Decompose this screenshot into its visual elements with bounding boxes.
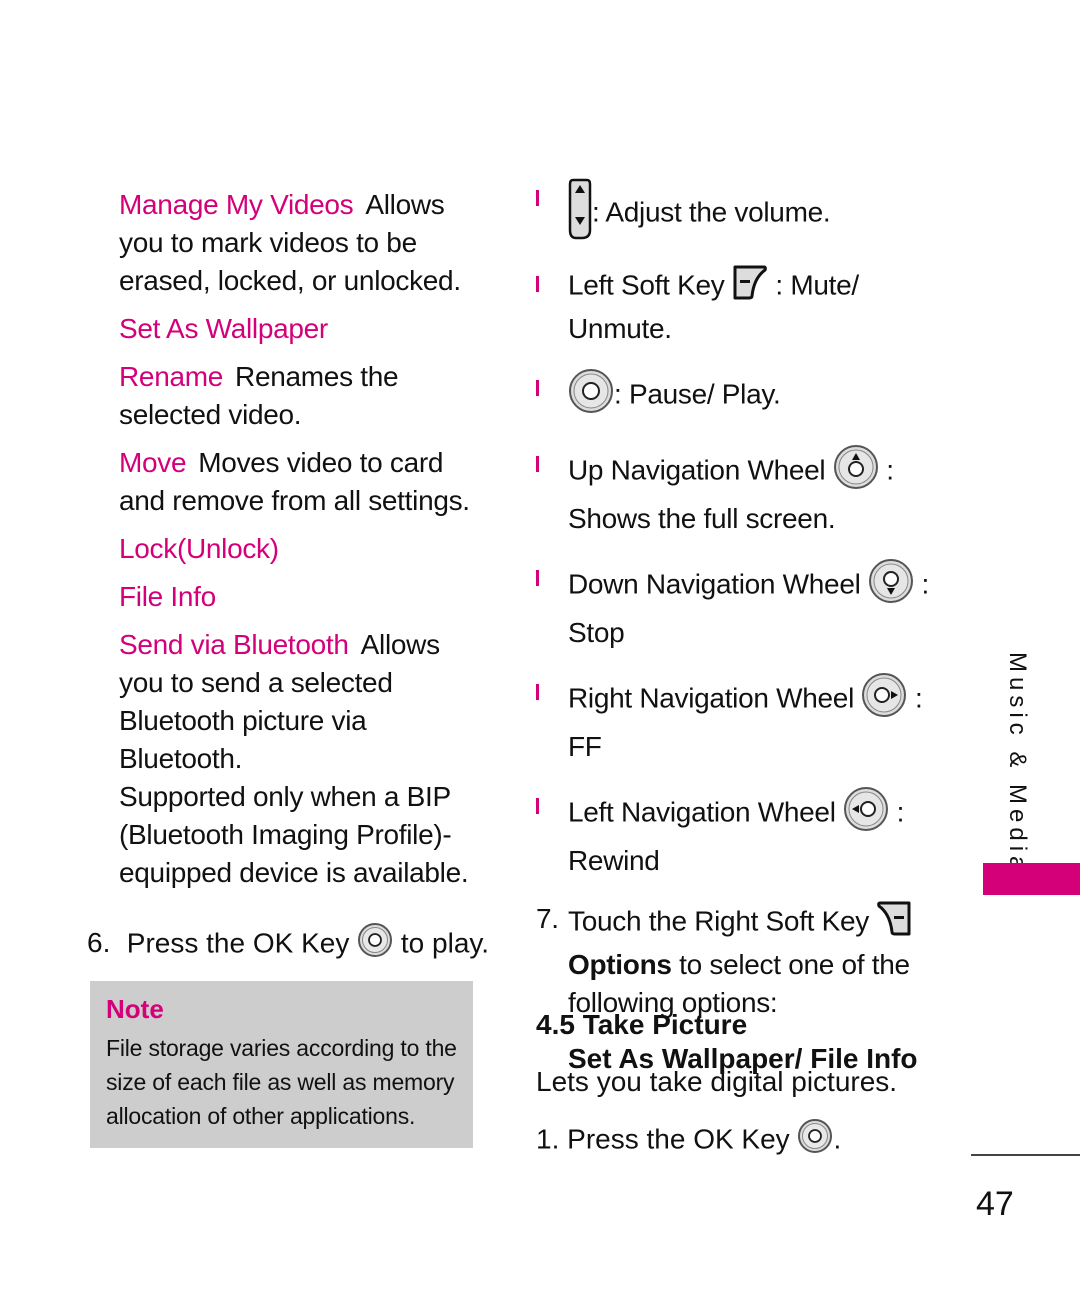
note-box: Note File storage varies according to th… [90, 981, 473, 1148]
bullet-left-navigation: Left Navigation Wheel : Rewind [536, 786, 956, 880]
step-number: 7. [536, 903, 559, 934]
bullet-label: Left Navigation Wheel [568, 796, 836, 828]
bullet-down-navigation: Down Navigation Wheel : Stop [536, 558, 956, 652]
bullet-volume: : Adjust the volume. [536, 178, 956, 250]
left-column: Manage My Videos Allows you to mark video… [119, 186, 479, 892]
bullet-desc: : Adjust the volume. [592, 196, 831, 228]
step-7: 7. Touch the Right Soft Key Options to s… [536, 900, 956, 1022]
entry-term: Lock(Unlock) [119, 533, 279, 564]
entry-rename: Rename Renames the selected video. [119, 358, 479, 434]
bullet-ok-key: : Pause/ Play. [536, 368, 956, 424]
page-number: 47 [976, 1185, 1014, 1223]
bullet-label: Right Navigation Wheel [568, 682, 854, 714]
left-navigation-wheel-icon [843, 786, 889, 842]
ok-key-icon [357, 922, 393, 968]
bullet-up-navigation: Up Navigation Wheel : Shows the full scr… [536, 444, 956, 538]
bullet-desc: : Pause/ Play. [614, 378, 781, 410]
chapter-label: Music & Media [1004, 652, 1031, 875]
entry-term: Rename [119, 361, 224, 392]
entry-term: Send via Bluetooth [119, 629, 349, 660]
volume-key-icon [568, 178, 592, 250]
bullet-marker [536, 684, 539, 700]
entry-term: Manage My Videos [119, 189, 354, 220]
section-title: 4.5 Take Picture [536, 1009, 748, 1040]
entry-move: Move Moves video to card and remove from … [119, 444, 479, 520]
bullet-right-navigation: Right Navigation Wheel : FF [536, 672, 956, 766]
chapter-tab [983, 863, 1080, 895]
entry-send-via-bluetooth: Send via Bluetooth Allows you to send a s… [119, 626, 479, 778]
bullet-label: Down Navigation Wheel [568, 568, 861, 600]
bullet-marker [536, 798, 539, 814]
step-text: Press the OK Key [126, 927, 350, 959]
bullet-marker [536, 456, 539, 472]
ok-key-icon [568, 368, 614, 424]
note-text: File storage varies according to the siz… [106, 1035, 457, 1129]
bullet-marker [536, 380, 539, 396]
section-desc: Lets you take digital pictures. [536, 1066, 898, 1097]
right-navigation-wheel-icon [861, 672, 907, 728]
bullet-marker [536, 276, 539, 292]
manual-page: Manage My Videos Allows you to mark video… [0, 0, 1080, 1295]
footer-divider [971, 1154, 1080, 1156]
entry-set-as-wallpaper: Set As Wallpaper [119, 310, 479, 348]
entry-file-info: File Info [119, 578, 479, 616]
entry-manage-my-videos: Manage My Videos Allows you to mark video… [119, 186, 479, 300]
ok-key-icon [797, 1118, 833, 1164]
entry-term: Set As Wallpaper [119, 313, 328, 344]
right-column: : Adjust the volume. Left Soft Key : Mut… [536, 178, 956, 1078]
bullet-marker [536, 190, 539, 206]
note-title: Note [106, 994, 164, 1024]
options-label: Options [568, 949, 672, 980]
entry-term: Move [119, 447, 187, 478]
step-number: 1. [536, 1123, 560, 1155]
entry-term: File Info [119, 581, 216, 612]
step-text: Press the OK Key [567, 1123, 790, 1155]
step-text: Touch the Right Soft Key [568, 905, 869, 937]
up-navigation-wheel-icon [833, 444, 879, 500]
bullet-marker [536, 570, 539, 586]
bullet-label: Up Navigation Wheel [568, 454, 826, 486]
bullet-label: Left Soft Key [568, 269, 725, 301]
entry-lock-unlock: Lock(Unlock) [119, 530, 479, 568]
bullet-left-soft-key: Left Soft Key : Mute/ Unmute. [536, 264, 956, 348]
step-6: 6. Press the OK Key to play. [87, 922, 489, 968]
step-text-after: . [833, 1123, 842, 1155]
down-navigation-wheel-icon [868, 558, 914, 614]
left-soft-key-icon [732, 264, 768, 310]
step-number: 6. [87, 927, 111, 959]
bluetooth-extra-note: Supported only when a BIP (Bluetooth Ima… [119, 781, 469, 888]
section-step-1: 1. Press the OK Key . [536, 1118, 841, 1164]
right-soft-key-icon [876, 900, 912, 946]
step-text-after: to play. [400, 927, 490, 959]
